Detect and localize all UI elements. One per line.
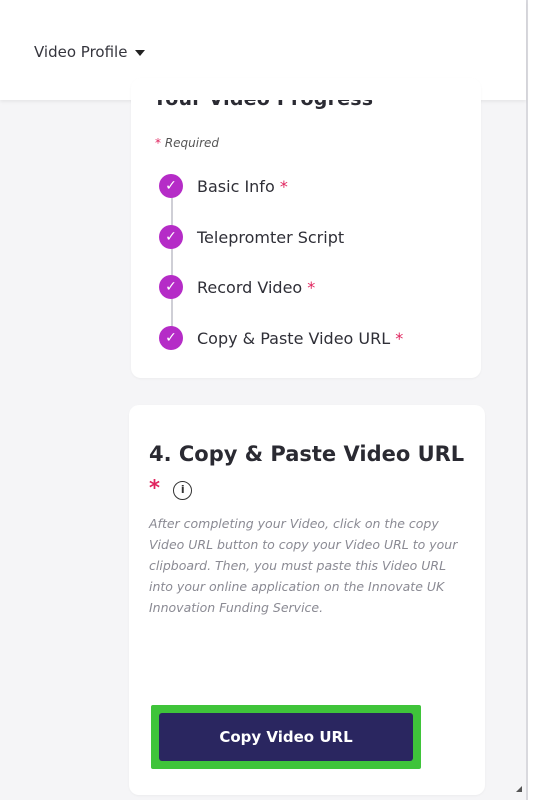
- timeline-connector: [171, 186, 173, 334]
- progress-title: Your Video Progress: [153, 100, 373, 110]
- step-label: Record Video *: [197, 277, 316, 297]
- progress-step-record-video[interactable]: ✓ Record Video *: [159, 275, 315, 299]
- chevron-down-icon: [135, 50, 146, 56]
- check-circle-icon: ✓: [159, 174, 183, 198]
- progress-title-clip: Your Video Progress: [131, 100, 481, 124]
- step-label: Basic Info *: [197, 176, 288, 196]
- step-label: Telepromter Script: [197, 227, 345, 247]
- copy-paste-url-card: 4. Copy & Paste Video URL * i After comp…: [129, 405, 485, 795]
- required-star: *: [149, 476, 160, 500]
- video-profile-dropdown[interactable]: Video Profile: [34, 43, 146, 61]
- step-label: Copy & Paste Video URL *: [197, 328, 404, 348]
- required-label: Required: [164, 136, 220, 150]
- resize-corner-icon[interactable]: [516, 786, 522, 792]
- required-note: * Required: [155, 136, 219, 150]
- step-heading: 4. Copy & Paste Video URL * i: [149, 437, 469, 505]
- progress-step-teleprompter-script[interactable]: ✓ Telepromter Script: [159, 225, 344, 249]
- video-progress-card: Your Video Progress * Required ✓ Basic I…: [131, 78, 481, 378]
- check-circle-icon: ✓: [159, 275, 183, 299]
- step-heading-text: 4. Copy & Paste Video URL: [149, 442, 465, 466]
- progress-step-basic-info[interactable]: ✓ Basic Info *: [159, 174, 288, 198]
- info-icon[interactable]: i: [173, 480, 193, 500]
- required-star: *: [155, 136, 161, 150]
- step-description: After completing your Video, click on th…: [149, 516, 458, 615]
- video-profile-label: Video Profile: [34, 43, 128, 61]
- copy-video-url-button[interactable]: Copy Video URL: [159, 713, 413, 761]
- copy-button-focus-outline: Copy Video URL: [151, 705, 421, 769]
- check-circle-icon: ✓: [159, 225, 183, 249]
- app-frame: Video Profile Your Video Progress * Requ…: [0, 0, 528, 800]
- check-circle-icon: ✓: [159, 326, 183, 350]
- progress-step-copy-paste-url[interactable]: ✓ Copy & Paste Video URL *: [159, 326, 403, 350]
